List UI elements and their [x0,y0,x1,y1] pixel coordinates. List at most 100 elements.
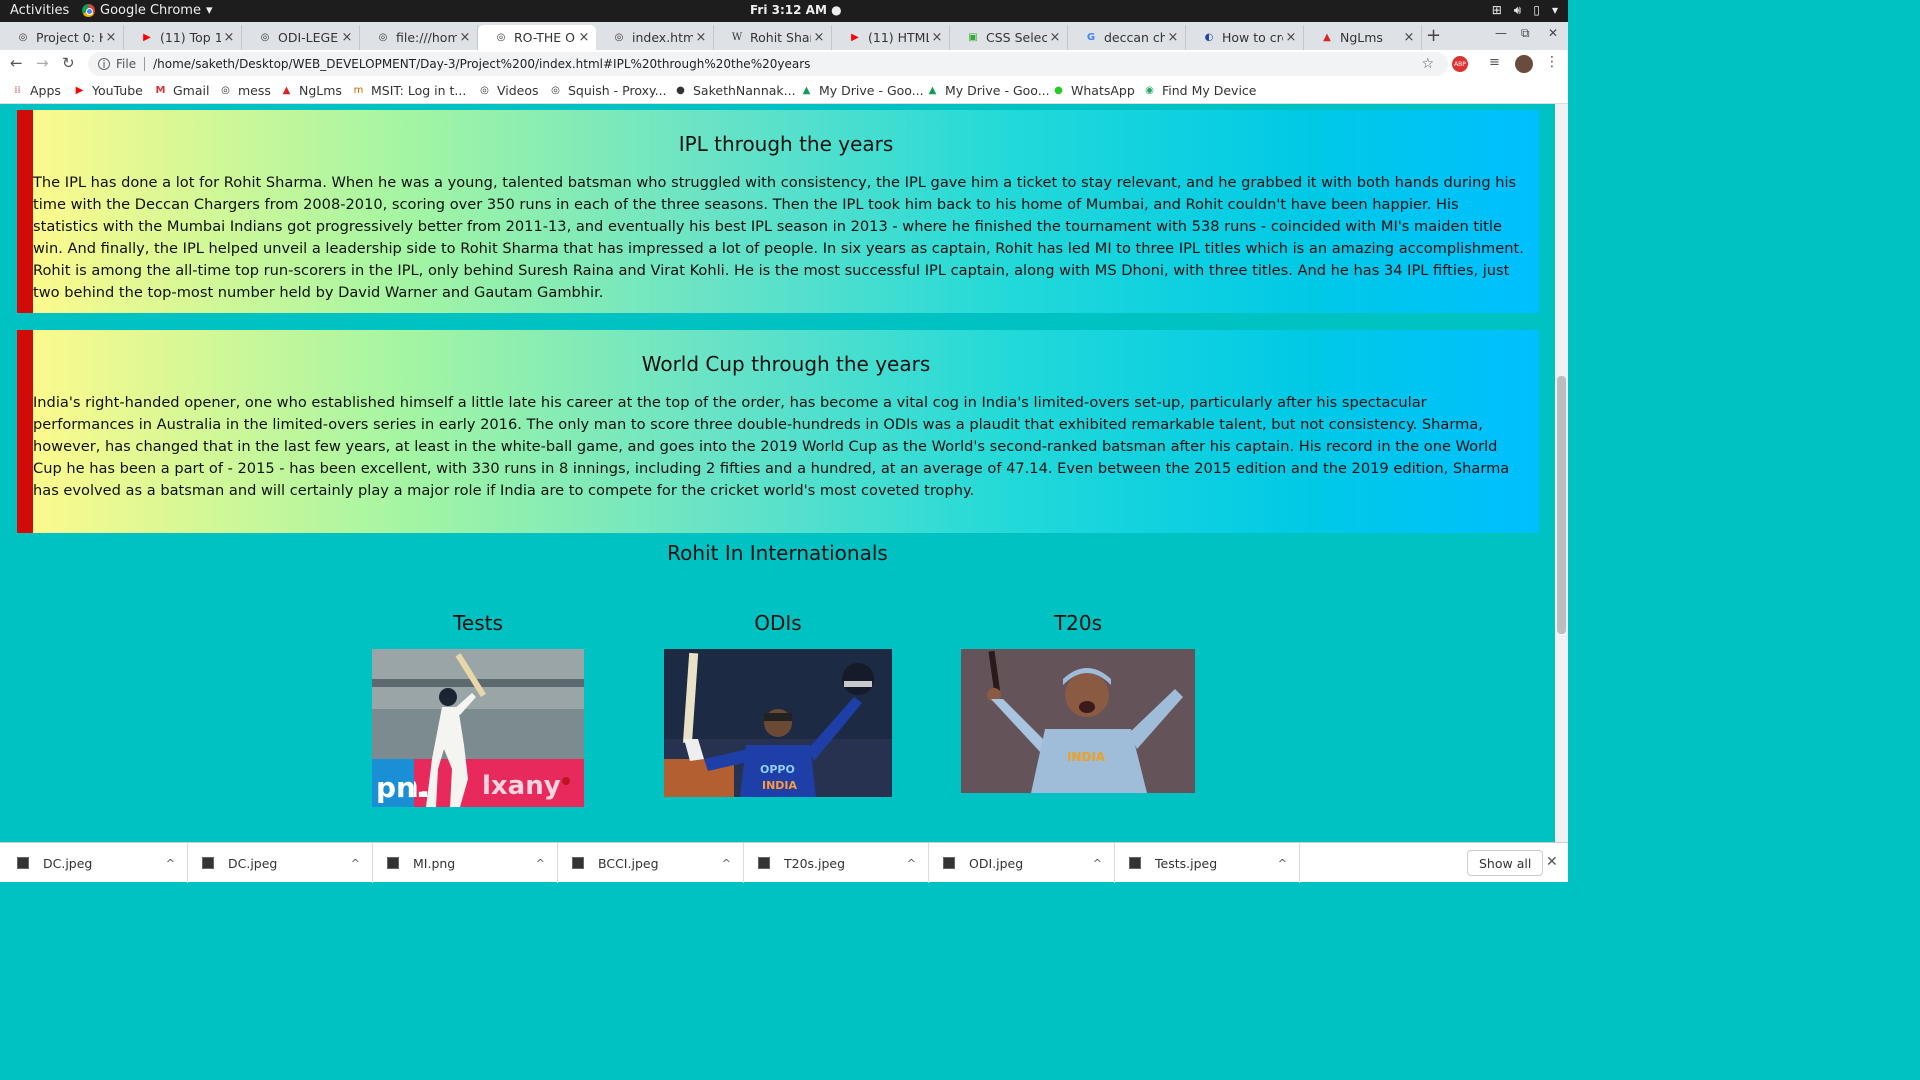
globe-icon: ◎ [614,32,624,43]
system-tray[interactable]: ⊞ 🔊︎ ▯ ▾ [1492,3,1558,18]
bookmark-gmail[interactable]: M Gmail [154,83,210,98]
bookmark-find-my-device[interactable]: ◉ Find My Device [1143,83,1256,98]
bookmark-star-icon[interactable]: ☆ [1421,56,1434,72]
download-item[interactable]: BCCI.jpeg ^ [558,843,744,883]
clock[interactable]: Fri 3:12 AM ● [750,3,842,17]
bookmark-squish-proxy[interactable]: ◎ Squish - Proxy... [549,83,666,98]
apps-grid-icon: ⁞⁞ [14,85,21,96]
youtube-icon: ▶ [75,85,84,96]
window-close-icon[interactable]: ✕ [1548,26,1558,40]
bookmark-drive-2[interactable]: ▲ My Drive - Goo... [926,83,1050,98]
globe-icon: ◎ [260,32,270,43]
chevron-up-icon[interactable]: ^ [1278,857,1287,870]
github-icon: ● [676,85,685,96]
close-icon[interactable]: × [1047,30,1063,45]
image-file-icon [202,857,214,869]
address-bar[interactable]: i File /home/saketh/Desktop/WEB_DEVELOPM… [88,52,1448,76]
page-scrollbar[interactable] [1555,104,1568,842]
tab-youtube-top10[interactable]: ▶(11) Top 10× [124,25,242,50]
globe-icon: ◎ [378,32,388,43]
maximize-icon[interactable]: ⧉ [1521,26,1530,41]
close-icon[interactable]: × [339,30,355,45]
tab-index-html[interactable]: ◎ index.html × [596,25,714,50]
chevron-up-icon[interactable]: ^ [1093,857,1102,870]
odis-photo: OPPO INDIA [664,649,892,797]
scrollbar-thumb[interactable] [1557,376,1566,634]
show-all-downloads-button[interactable]: Show all [1467,850,1544,876]
info-icon[interactable]: i [98,58,110,71]
chevron-up-icon[interactable]: ^ [722,857,731,870]
tab-odi-legend[interactable]: ◎ODI-LEGEN× [242,25,360,50]
svg-text:INDIA: INDIA [762,779,798,792]
bookmark-msit[interactable]: m MSIT: Log in t... [352,83,467,98]
chevron-up-icon[interactable]: ^ [536,857,545,870]
close-icon[interactable]: × [929,30,945,45]
globe-icon: ◐ [1204,32,1214,43]
bookmark-youtube[interactable]: ▶ YouTube [73,83,143,98]
close-icon[interactable]: × [457,30,473,45]
image-file-icon [758,857,770,869]
adblock-extension-icon[interactable]: ABP [1452,56,1468,72]
bookmark-drive-1[interactable]: ▲ My Drive - Goo... [800,83,924,98]
angular-icon: ▲ [282,85,291,96]
url-text: /home/saketh/Desktop/WEB_DEVELOPMENT/Day… [153,57,811,71]
close-icon[interactable]: × [811,30,827,45]
ipl-paragraph: The IPL has done a lot for Rohit Sharma.… [33,174,1524,301]
back-arrow-icon[interactable]: ← [10,54,23,72]
tab-youtube-html[interactable]: ▶(11) HTML,× [832,25,950,50]
close-icon[interactable]: × [1283,30,1299,45]
battery-icon: ▯ [1533,3,1540,17]
globe-icon: ◎ [480,85,489,96]
bookmark-mess[interactable]: ◎ mess [219,83,271,98]
chevron-up-icon[interactable]: ^ [166,857,175,870]
internationals-heading: Rohit In Internationals [667,541,888,565]
tab-rohit-sharma-wiki[interactable]: WRohit Sharm× [714,25,832,50]
download-item[interactable]: DC.jpeg ^ [188,843,373,883]
tab-file-home[interactable]: ◎file:///home× [360,25,478,50]
reload-icon[interactable]: ↻ [62,54,75,72]
chevron-up-icon[interactable]: ^ [907,857,916,870]
download-item[interactable]: T20s.jpeg ^ [744,843,929,883]
close-icon[interactable]: × [221,30,237,45]
bookmark-whatsapp[interactable]: ● WhatsApp [1052,83,1135,98]
chrome-icon [82,4,95,17]
image-file-icon [1129,857,1141,869]
close-icon[interactable]: × [1165,30,1181,45]
wikipedia-icon: W [731,32,743,43]
profile-avatar[interactable] [1515,55,1533,73]
tab-project0[interactable]: ◎ Project 0: H × [0,25,124,50]
svg-text:lxany: lxany [482,771,561,801]
worldcup-heading: World Cup through the years [641,352,931,376]
format-label-tests: Tests [453,611,503,635]
app-menu[interactable]: Google Chrome ▾ [82,3,213,18]
tab-ro-the-odi[interactable]: ◎RO-THE OD× [478,25,596,50]
minimize-icon[interactable]: — [1495,26,1507,40]
tab-css-selectors[interactable]: ▣CSS Selecto× [950,25,1068,50]
new-tab-button[interactable]: + [1426,25,1441,46]
close-icon[interactable]: × [576,30,592,45]
activities-button[interactable]: Activities [10,3,69,18]
bookmark-videos[interactable]: ◎ Videos [478,83,538,98]
tab-nglms[interactable]: ▲ NgLms × [1304,25,1422,50]
tab-how-to-create[interactable]: ◐ How to cre × [1186,25,1304,50]
download-shelf: DC.jpeg ^ DC.jpeg ^ MI.png ^ BCCI.jpeg ^ T20… [0,842,1568,883]
media-controls-icon[interactable]: ≡ [1489,55,1500,70]
tab-deccan-chargers[interactable]: Gdeccan char× [1068,25,1186,50]
chevron-up-icon[interactable]: ^ [351,857,360,870]
download-item[interactable]: ODI.jpeg ^ [929,843,1115,883]
bookmark-nglms[interactable]: ▲ NgLms [280,83,342,98]
close-icon[interactable]: × [1401,30,1417,45]
download-item[interactable]: Tests.jpeg ^ [1115,843,1300,883]
tests-photo: pn. lxany pn. [372,649,584,807]
close-icon[interactable]: × [693,30,709,45]
close-icon[interactable]: × [103,30,119,45]
format-t20s: T20s [961,611,1195,635]
menu-kebab-icon[interactable]: ⋮ [1545,54,1559,70]
close-icon[interactable]: ✕ [1546,854,1558,870]
forward-arrow-icon[interactable]: → [36,54,49,72]
bookmark-apps[interactable]: ⁞⁞ Apps [11,83,61,98]
image-file-icon [943,857,955,869]
bookmark-github[interactable]: ● SakethNannak... [674,83,795,98]
download-item[interactable]: MI.png ^ [373,843,558,883]
download-item[interactable]: DC.jpeg ^ [0,843,188,883]
